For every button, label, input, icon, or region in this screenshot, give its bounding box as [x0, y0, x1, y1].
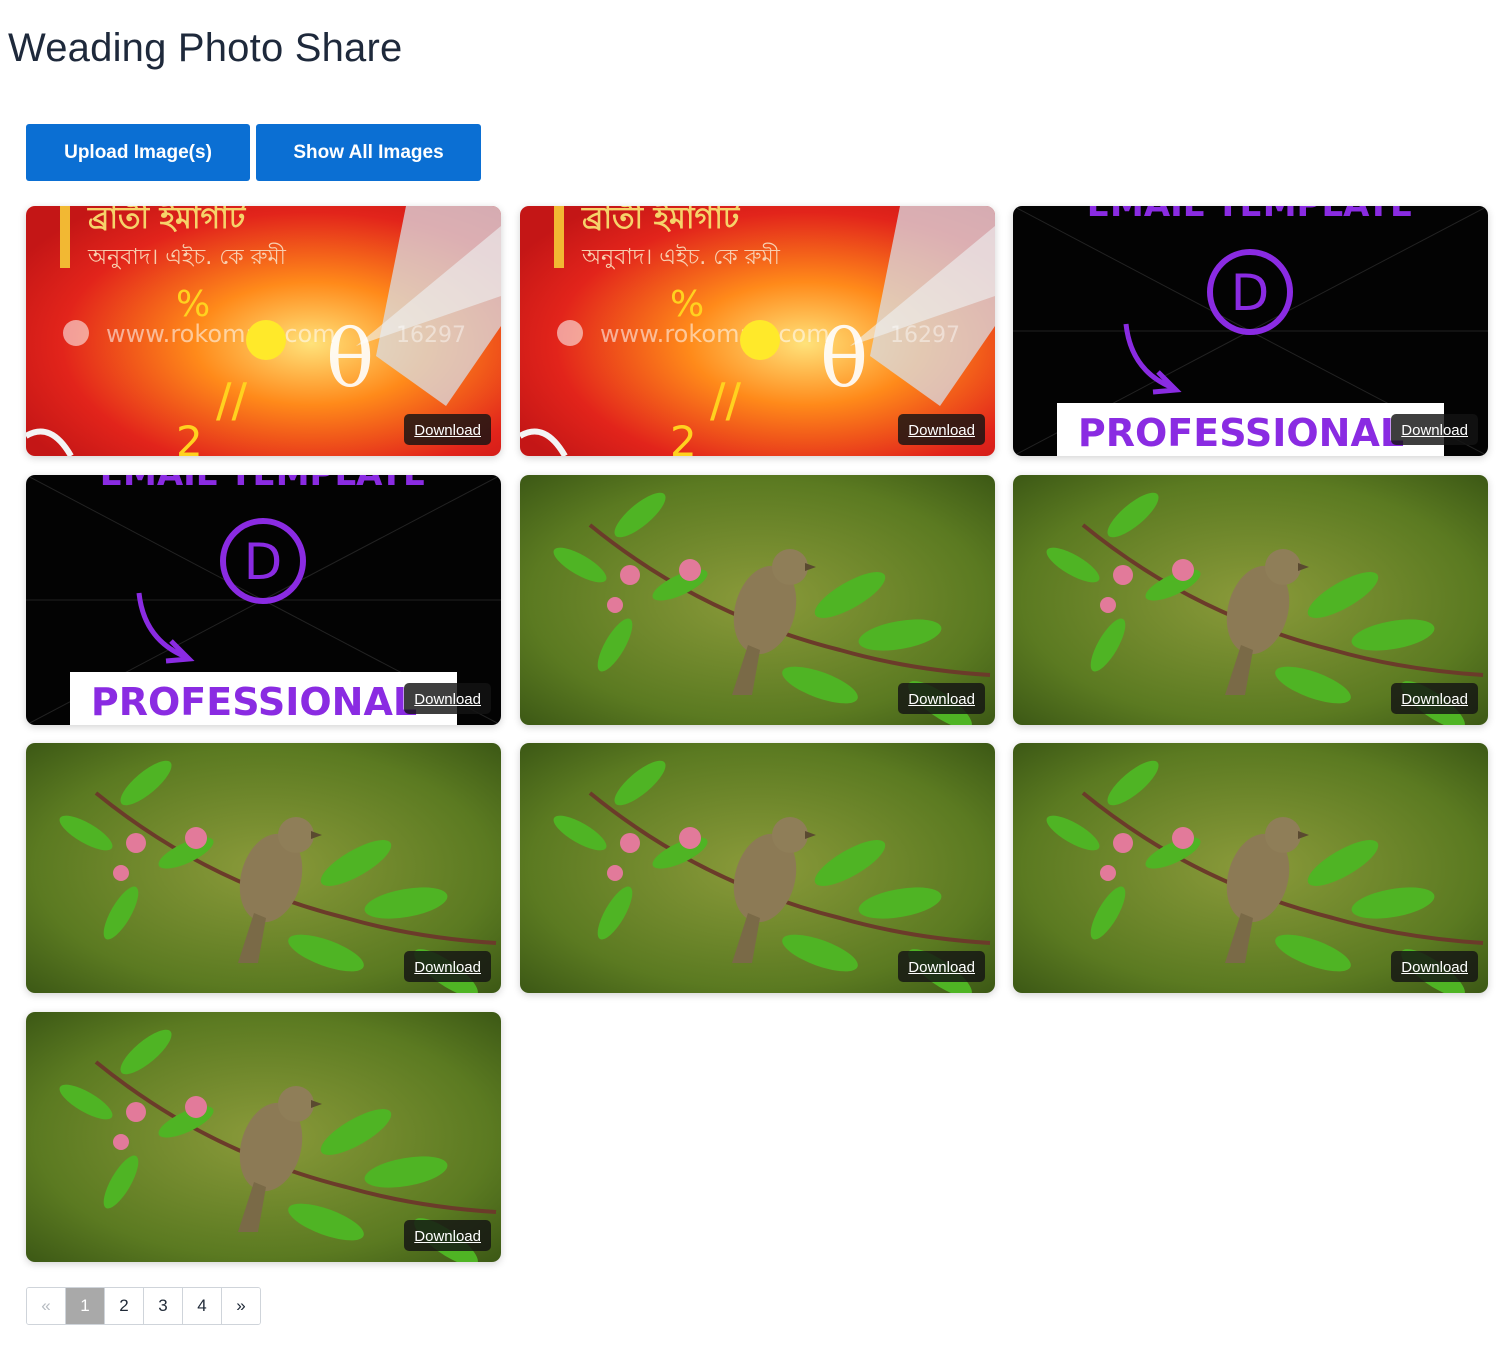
pagination-prev[interactable]: «: [27, 1288, 66, 1324]
cover-subtitle-text: অনুবাদ। এইচ. কে রুমী: [87, 243, 287, 270]
download-link[interactable]: Download: [404, 1220, 491, 1251]
banner-word: PROFESSIONAL: [1078, 411, 1404, 455]
image-card: EMAIL TEMPLATE D PROFESSIONAL Download: [1013, 206, 1488, 456]
cover-code: 16297: [890, 323, 960, 348]
svg-text:θ: θ: [326, 312, 374, 405]
banner-word: PROFESSIONAL: [91, 680, 417, 724]
svg-text://: //: [216, 373, 247, 427]
banner-header-text: EMAIL TEMPLATE: [100, 475, 426, 494]
pagination-page-2[interactable]: 2: [105, 1288, 144, 1324]
pagination-page-4[interactable]: 4: [183, 1288, 222, 1324]
download-link[interactable]: Download: [404, 683, 491, 714]
image-card: Download: [520, 475, 995, 725]
image-card: ব্রাতী ইমাগাট অনুবাদ। এইচ. কে রুমী www.r…: [26, 206, 501, 456]
svg-text:θ: θ: [820, 312, 868, 405]
cover-title-text: ব্রাতী ইমাগাট: [581, 206, 741, 236]
svg-text:%: %: [670, 284, 704, 325]
banner-header-text: EMAIL TEMPLATE: [1087, 206, 1413, 225]
download-link[interactable]: Download: [1391, 414, 1478, 445]
image-card: Download: [26, 1012, 501, 1262]
download-link[interactable]: Download: [898, 414, 985, 445]
image-card: Download: [1013, 743, 1488, 993]
divi-logo-letter: D: [244, 533, 283, 591]
image-card: Download: [26, 743, 501, 993]
cover-watermark: www.rokomari.com: [600, 320, 830, 348]
show-all-images-button[interactable]: Show All Images: [256, 124, 481, 181]
download-link[interactable]: Download: [1391, 683, 1478, 714]
pagination-page-3[interactable]: 3: [144, 1288, 183, 1324]
download-link[interactable]: Download: [404, 951, 491, 982]
image-card: EMAIL TEMPLATE D PROFESSIONAL Download: [26, 475, 501, 725]
download-link[interactable]: Download: [898, 951, 985, 982]
cover-watermark: www.rokomari.com: [106, 320, 336, 348]
download-link[interactable]: Download: [1391, 951, 1478, 982]
pagination-next[interactable]: »: [222, 1288, 260, 1324]
download-link[interactable]: Download: [898, 683, 985, 714]
page-title: Weading Photo Share: [8, 26, 403, 70]
svg-text://: //: [710, 373, 741, 427]
upload-images-button[interactable]: Upload Image(s): [26, 124, 250, 181]
download-link[interactable]: Download: [404, 414, 491, 445]
pagination-page-1[interactable]: 1: [66, 1288, 105, 1324]
image-card: Download: [1013, 475, 1488, 725]
svg-text:2: 2: [176, 417, 203, 456]
svg-text:2: 2: [670, 417, 697, 456]
cover-subtitle-text: অনুবাদ। এইচ. কে রুমী: [581, 243, 781, 270]
pagination: « 1 2 3 4 »: [26, 1287, 261, 1325]
svg-text:%: %: [176, 284, 210, 325]
cover-title-text: ব্রাতী ইমাগাট: [87, 206, 247, 236]
cover-code: 16297: [396, 323, 466, 348]
image-card: Download: [520, 743, 995, 993]
divi-logo-letter: D: [1231, 264, 1270, 322]
image-card: ব্রাতী ইমাগাট অনুবাদ। এইচ. কে রুমী www.r…: [520, 206, 995, 456]
